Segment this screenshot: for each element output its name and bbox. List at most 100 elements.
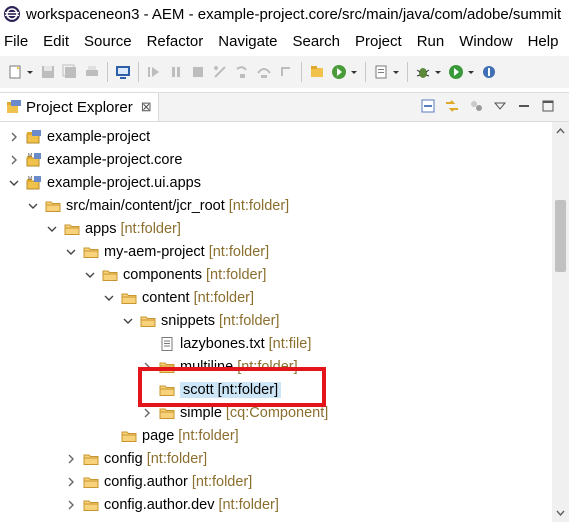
tree-item-decoration: [nt:folder] bbox=[208, 244, 270, 260]
step-into-icon[interactable] bbox=[233, 63, 251, 81]
tree-row[interactable]: config.author [nt:folder] bbox=[65, 471, 252, 493]
close-icon[interactable]: ⊠ bbox=[141, 99, 152, 115]
tab-project-explorer[interactable]: Project Explorer ⊠ bbox=[0, 93, 159, 121]
chevron-down-icon[interactable] bbox=[65, 246, 77, 258]
tree-item-decoration: [nt:folder] bbox=[218, 497, 279, 513]
console-icon[interactable] bbox=[114, 63, 132, 81]
menu-help[interactable]: Help bbox=[524, 33, 566, 50]
chevron-down-icon[interactable] bbox=[467, 63, 475, 81]
scroll-up-icon[interactable] bbox=[552, 124, 569, 138]
collapse-all-icon[interactable] bbox=[419, 97, 437, 115]
open-type-icon[interactable] bbox=[308, 63, 326, 81]
disconnect-icon[interactable] bbox=[211, 63, 229, 81]
menu-run[interactable]: Run bbox=[413, 33, 452, 50]
tree-row[interactable]: components [nt:folder] bbox=[84, 264, 266, 286]
print-icon[interactable] bbox=[83, 63, 101, 81]
chevron-down-icon[interactable] bbox=[26, 63, 34, 81]
tree-item-label: lazybones.txt bbox=[180, 336, 265, 352]
tree-item-label-wrap: apps [nt:folder] bbox=[85, 221, 181, 237]
chevron-down-icon[interactable] bbox=[434, 63, 442, 81]
tree-row[interactable]: Mexample-project.ui.apps bbox=[8, 172, 201, 194]
folder-icon bbox=[45, 198, 61, 214]
chevron-down-icon[interactable] bbox=[122, 315, 134, 327]
tree-item-decoration: [nt:folder] bbox=[237, 359, 298, 375]
resume-icon[interactable] bbox=[145, 63, 163, 81]
chevron-right-icon[interactable] bbox=[65, 453, 77, 465]
tree-row[interactable]: scott [nt:folder] bbox=[141, 379, 282, 401]
tree-row[interactable]: config.author.dev [nt:folder] bbox=[65, 494, 279, 516]
suspend-icon[interactable] bbox=[167, 63, 185, 81]
tree-item-label-wrap: page [nt:folder] bbox=[142, 428, 239, 444]
chevron-right-icon[interactable] bbox=[141, 361, 153, 373]
tree-item-decoration: [cq:Component] bbox=[225, 405, 329, 421]
chevron-right-icon[interactable] bbox=[8, 131, 20, 143]
chevron-down-icon[interactable] bbox=[103, 292, 115, 304]
maximize-icon[interactable] bbox=[539, 97, 557, 115]
chevron-down-icon[interactable] bbox=[27, 200, 39, 212]
svg-text:M: M bbox=[28, 176, 32, 182]
tree-row[interactable]: src/main/content/jcr_root [nt:folder] bbox=[27, 195, 289, 217]
run-icon[interactable] bbox=[447, 63, 465, 81]
link-with-editor-icon[interactable] bbox=[443, 97, 461, 115]
menu-search[interactable]: Search bbox=[288, 33, 347, 50]
run-external-icon[interactable] bbox=[330, 63, 348, 81]
minimize-icon[interactable] bbox=[515, 97, 533, 115]
tree-item-decoration: [nt:folder] bbox=[178, 428, 239, 444]
tree-row[interactable]: content [nt:folder] bbox=[103, 287, 254, 309]
chevron-down-icon[interactable] bbox=[392, 63, 400, 81]
scroll-down-icon[interactable] bbox=[552, 506, 569, 520]
chevron-down-icon[interactable] bbox=[46, 223, 58, 235]
chevron-right-icon[interactable] bbox=[8, 154, 20, 166]
view-menu-icon[interactable] bbox=[491, 97, 509, 115]
chevron-right-icon[interactable] bbox=[65, 499, 77, 511]
tree-row[interactable]: multiline [nt:folder] bbox=[141, 356, 298, 378]
tree-row[interactable]: simple [cq:Component] bbox=[141, 402, 328, 424]
file-icon bbox=[159, 336, 175, 352]
scrollbar-thumb[interactable] bbox=[555, 200, 566, 272]
tree-row[interactable]: my-aem-project [nt:folder] bbox=[65, 241, 269, 263]
chevron-right-icon[interactable] bbox=[141, 407, 153, 419]
tree-row[interactable]: lazybones.txt [nt:file] bbox=[141, 333, 311, 355]
tree-item-label-wrap: config.author [nt:folder] bbox=[104, 474, 252, 490]
menu-file[interactable]: File bbox=[0, 33, 35, 50]
menu-refactor[interactable]: Refactor bbox=[143, 33, 211, 50]
new-java-icon[interactable] bbox=[372, 63, 390, 81]
terminate-icon[interactable] bbox=[189, 63, 207, 81]
coverage-icon[interactable] bbox=[480, 63, 498, 81]
chevron-down-icon[interactable] bbox=[84, 269, 96, 281]
tree-row[interactable]: page [nt:folder] bbox=[103, 425, 239, 447]
tree-row[interactable]: snippets [nt:folder] bbox=[122, 310, 279, 332]
step-return-icon[interactable] bbox=[277, 63, 295, 81]
debug-icon[interactable] bbox=[414, 63, 432, 81]
tree-row[interactable]: config [nt:folder] bbox=[65, 448, 207, 470]
tab-label: Project Explorer bbox=[26, 98, 133, 116]
tree-item-label-wrap: example-project.ui.apps bbox=[47, 175, 201, 191]
tree-row[interactable]: example-project bbox=[8, 126, 150, 148]
menu-navigate[interactable]: Navigate bbox=[214, 33, 284, 50]
tree-item-label: config.author bbox=[104, 474, 188, 490]
toolbar-separator bbox=[407, 62, 408, 82]
tree-item-label: content bbox=[142, 290, 190, 306]
menu-source[interactable]: Source bbox=[80, 33, 139, 50]
chevron-right-icon[interactable] bbox=[65, 476, 77, 488]
tree-item-decoration: [nt:folder] bbox=[193, 290, 255, 306]
step-over-icon[interactable] bbox=[255, 63, 273, 81]
menu-window[interactable]: Window bbox=[455, 33, 519, 50]
tree-row[interactable]: Mexample-project.core bbox=[8, 149, 182, 171]
vertical-scrollbar[interactable] bbox=[552, 122, 569, 522]
focus-icon[interactable] bbox=[467, 97, 485, 115]
tree-item-label-wrap: config [nt:folder] bbox=[104, 451, 207, 467]
chevron-down-icon[interactable] bbox=[8, 177, 20, 189]
main-toolbar bbox=[0, 56, 569, 88]
tree-row[interactable]: apps [nt:folder] bbox=[46, 218, 181, 240]
menu-edit[interactable]: Edit bbox=[39, 33, 76, 50]
toolbar-separator bbox=[107, 62, 108, 82]
save-icon[interactable] bbox=[39, 63, 57, 81]
menu-project[interactable]: Project bbox=[351, 33, 409, 50]
chevron-down-icon[interactable] bbox=[350, 63, 358, 81]
project-icon bbox=[26, 129, 42, 145]
folder-icon bbox=[159, 405, 175, 421]
save-all-icon[interactable] bbox=[61, 63, 79, 81]
folder-icon bbox=[83, 451, 99, 467]
new-icon[interactable] bbox=[6, 63, 24, 81]
